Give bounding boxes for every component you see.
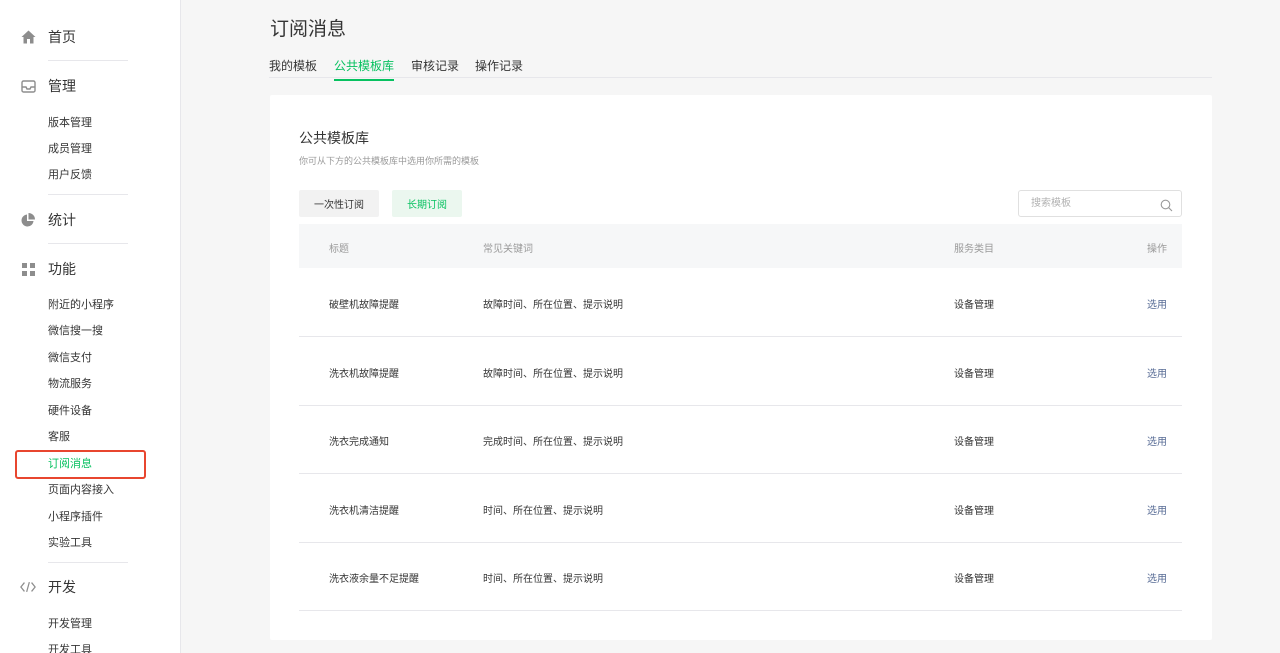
select-link[interactable]: 选用 (1147, 502, 1167, 517)
row-category: 设备管理 (954, 574, 994, 585)
tab-my-templates[interactable]: 我的模板 (269, 57, 317, 79)
sidebar-item-pay[interactable]: 微信支付 (48, 351, 92, 365)
sidebar-item-dev-tools[interactable]: 开发工具 (48, 643, 92, 653)
sidebar-item-content[interactable]: 页面内容接入 (48, 483, 114, 497)
search-box (1018, 190, 1182, 217)
grid-icon (20, 261, 36, 277)
one-time-subscribe-button[interactable]: 一次性订阅 (299, 190, 379, 217)
nav-manage[interactable]: 管理 (0, 74, 181, 98)
nav-manage-label: 管理 (48, 79, 76, 95)
divider (48, 60, 128, 61)
table-row: 洗衣液余量不足提醒 时间、所在位置、提示说明 设备管理 选用 (299, 542, 1182, 611)
nav-stats[interactable]: 统计 (0, 208, 181, 232)
table-row: 洗衣机清洁提醒 时间、所在位置、提示说明 设备管理 选用 (299, 474, 1182, 543)
table-row: 破壁机故障提醒 故障时间、所在位置、提示说明 设备管理 选用 (299, 268, 1182, 337)
pie-chart-icon (20, 212, 36, 228)
sidebar-item-search[interactable]: 微信搜一搜 (48, 324, 103, 338)
nav-stats-label: 统计 (48, 213, 76, 229)
table-row: 洗衣机故障提醒 故障时间、所在位置、提示说明 设备管理 选用 (299, 337, 1182, 406)
row-category: 设备管理 (954, 506, 994, 517)
sidebar-item-service[interactable]: 客服 (48, 430, 70, 444)
nav-home-label: 首页 (48, 30, 76, 46)
sidebar-item-subscribe[interactable]: 订阅消息 (48, 457, 92, 471)
sidebar-item-hardware[interactable]: 硬件设备 (48, 404, 92, 418)
search-input[interactable] (1019, 191, 1159, 216)
divider (48, 562, 128, 563)
row-title: 洗衣完成通知 (329, 437, 389, 448)
select-link[interactable]: 选用 (1147, 433, 1167, 448)
row-keywords: 时间、所在位置、提示说明 (483, 506, 603, 517)
code-icon (20, 579, 36, 595)
sidebar-item-feedback[interactable]: 用户反馈 (48, 168, 92, 182)
nav-home[interactable]: 首页 (0, 25, 181, 49)
home-icon (20, 29, 36, 45)
search-icon[interactable] (1160, 197, 1173, 212)
nav-dev-label: 开发 (48, 580, 76, 596)
row-category: 设备管理 (954, 369, 994, 380)
divider (48, 194, 128, 195)
row-title: 洗衣机清洁提醒 (329, 506, 399, 517)
divider (48, 243, 128, 244)
sidebar-item-plugin[interactable]: 小程序插件 (48, 510, 103, 524)
sidebar: 首页 管理 版本管理 成员管理 用户反馈 统计 功能 附近的小程序 微信搜一搜 … (0, 0, 181, 653)
long-term-subscribe-button[interactable]: 长期订阅 (392, 190, 462, 217)
nav-dev[interactable]: 开发 (0, 575, 181, 599)
sidebar-item-nearby[interactable]: 附近的小程序 (48, 298, 114, 312)
row-keywords: 故障时间、所在位置、提示说明 (483, 300, 623, 311)
tab-review-records[interactable]: 审核记录 (411, 57, 459, 79)
sidebar-item-lab[interactable]: 实验工具 (48, 536, 92, 550)
row-category: 设备管理 (954, 437, 994, 448)
tab-operation-records[interactable]: 操作记录 (475, 57, 523, 79)
table-row: 洗衣完成通知 完成时间、所在位置、提示说明 设备管理 选用 (299, 405, 1182, 474)
row-keywords: 完成时间、所在位置、提示说明 (483, 437, 623, 448)
row-keywords: 故障时间、所在位置、提示说明 (483, 369, 623, 380)
select-link[interactable]: 选用 (1147, 570, 1167, 585)
inbox-icon (20, 78, 36, 94)
row-title: 洗衣机故障提醒 (329, 369, 399, 380)
row-keywords: 时间、所在位置、提示说明 (483, 574, 603, 585)
sidebar-item-members[interactable]: 成员管理 (48, 142, 92, 156)
row-title: 破壁机故障提醒 (329, 300, 399, 311)
card-description: 你可从下方的公共模板库中选用你所需的模板 (299, 157, 480, 167)
header-action: 操作 (1147, 244, 1167, 255)
select-link[interactable]: 选用 (1147, 296, 1167, 311)
sidebar-item-version[interactable]: 版本管理 (48, 116, 92, 130)
nav-features-label: 功能 (48, 262, 76, 278)
table-header: 标题 常见关键词 服务类目 操作 (299, 224, 1182, 268)
sidebar-item-dev-manage[interactable]: 开发管理 (48, 617, 92, 631)
template-library-card: 公共模板库 你可从下方的公共模板库中选用你所需的模板 一次性订阅 长期订阅 标题… (270, 95, 1212, 640)
row-category: 设备管理 (954, 300, 994, 311)
header-title: 标题 (329, 244, 349, 255)
card-title: 公共模板库 (299, 131, 369, 147)
select-link[interactable]: 选用 (1147, 365, 1167, 380)
sidebar-item-logistics[interactable]: 物流服务 (48, 377, 92, 391)
header-keywords: 常见关键词 (483, 244, 533, 255)
nav-features[interactable]: 功能 (0, 257, 181, 281)
row-title: 洗衣液余量不足提醒 (329, 574, 419, 585)
page-title: 订阅消息 (270, 18, 347, 40)
tab-bar: 我的模板 公共模板库 审核记录 操作记录 (269, 54, 1212, 81)
header-category: 服务类目 (954, 244, 994, 255)
tab-public-library[interactable]: 公共模板库 (334, 57, 395, 81)
